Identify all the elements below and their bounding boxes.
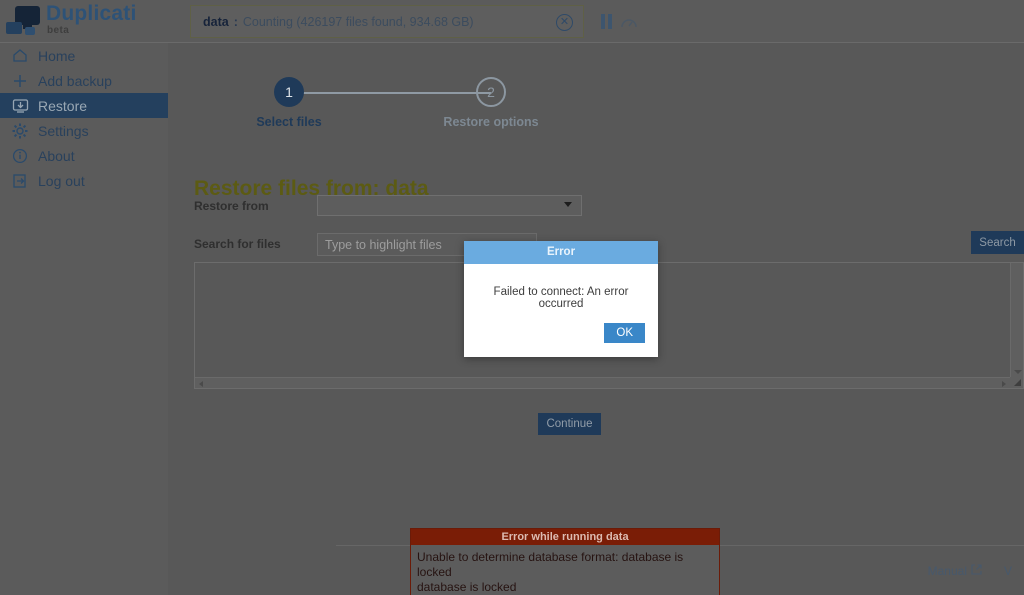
pause-icon[interactable] <box>600 14 614 29</box>
sidebar-item-home[interactable]: Home <box>0 43 168 68</box>
home-icon <box>8 47 32 65</box>
restore-download-icon <box>8 97 32 115</box>
circle-x-icon[interactable]: ✕ <box>556 14 573 31</box>
gear-icon <box>8 122 32 140</box>
sidebar-item-about[interactable]: About <box>0 143 168 168</box>
error-toast-line: Unable to determine database format: dat… <box>417 550 684 579</box>
duplicati-logo-icon <box>6 6 42 36</box>
speed-gauge-icon[interactable] <box>620 14 638 30</box>
error-toast: Error while running data Unable to deter… <box>410 528 720 595</box>
external-link-icon <box>971 564 982 578</box>
error-toast-line: database is locked <box>417 580 517 594</box>
stepper-step-label: Restore options <box>443 115 539 129</box>
stepper-step-number: 1 <box>274 77 304 107</box>
sidebar-item-label: Restore <box>38 97 88 114</box>
sidebar-item-label: Home <box>38 47 76 64</box>
search-button[interactable]: Search <box>971 231 1024 254</box>
chevron-down-icon[interactable] <box>1014 370 1022 374</box>
error-modal-title: Error <box>464 241 658 264</box>
brand-name: Duplicati <box>46 2 137 25</box>
file-tree-horizontal-scrollbar[interactable] <box>195 377 1010 388</box>
stepper-step-number: 2 <box>476 77 506 107</box>
sidebar-item-label: Log out <box>38 172 85 189</box>
running-task-status: data : Counting (426197 files found, 934… <box>190 5 584 38</box>
brand-header: Duplicati beta <box>0 0 168 43</box>
restore-from-label: Restore from <box>194 199 269 213</box>
sidebar-item-add-backup[interactable]: Add backup <box>0 68 168 93</box>
search-for-files-label: Search for files <box>194 237 281 251</box>
sidebar-item-restore[interactable]: Restore <box>0 93 168 118</box>
sidebar-item-log-out[interactable]: Log out <box>0 168 168 193</box>
manual-link-label: Manual <box>927 564 967 578</box>
sidebar-nav: Home Add backup Restore Settings About L… <box>0 43 168 595</box>
chevron-right-icon[interactable] <box>1002 381 1006 387</box>
error-modal-dialog: Error Failed to connect: An error occurr… <box>464 241 658 357</box>
restore-from-select[interactable] <box>317 195 582 216</box>
stepper-step-label: Select files <box>256 115 322 129</box>
brand-beta-tag: beta <box>47 25 70 36</box>
file-tree-vertical-scrollbar[interactable] <box>1010 263 1023 377</box>
sidebar-item-label: Settings <box>38 122 89 139</box>
top-bar: Duplicati beta data : Counting (426197 f… <box>0 0 1024 43</box>
stepper-step-select-files[interactable]: 1 Select files <box>214 71 364 129</box>
restore-wizard-stepper: 1 Select files 2 Restore options <box>256 71 556 137</box>
manual-link[interactable]: Manual <box>928 564 982 578</box>
task-separator: : <box>233 14 238 29</box>
ok-button[interactable]: OK <box>604 323 645 343</box>
restore-from-row: Restore from <box>194 195 994 219</box>
version-label: V <box>1004 564 1013 578</box>
plus-icon <box>8 72 32 90</box>
task-progress-message: Counting (426197 files found, 934.68 GB) <box>242 14 474 29</box>
task-name: data <box>203 14 229 29</box>
resize-grip-icon[interactable] <box>1010 377 1023 388</box>
chevron-left-icon[interactable] <box>199 381 203 387</box>
sidebar-item-settings[interactable]: Settings <box>0 118 168 143</box>
logout-icon <box>8 172 32 190</box>
info-circle-icon <box>8 147 32 165</box>
duplicati-app-window: Duplicati beta data : Counting (426197 f… <box>0 0 1024 595</box>
error-modal-message: Failed to connect: An error occurred <box>493 286 629 310</box>
error-toast-body: Unable to determine database format: dat… <box>411 545 719 595</box>
stepper-step-restore-options[interactable]: 2 Restore options <box>416 71 566 129</box>
sidebar-item-label: About <box>38 147 75 164</box>
sidebar-item-label: Add backup <box>38 72 112 89</box>
error-toast-title: Error while running data <box>411 529 719 545</box>
continue-button[interactable]: Continue <box>538 413 601 435</box>
